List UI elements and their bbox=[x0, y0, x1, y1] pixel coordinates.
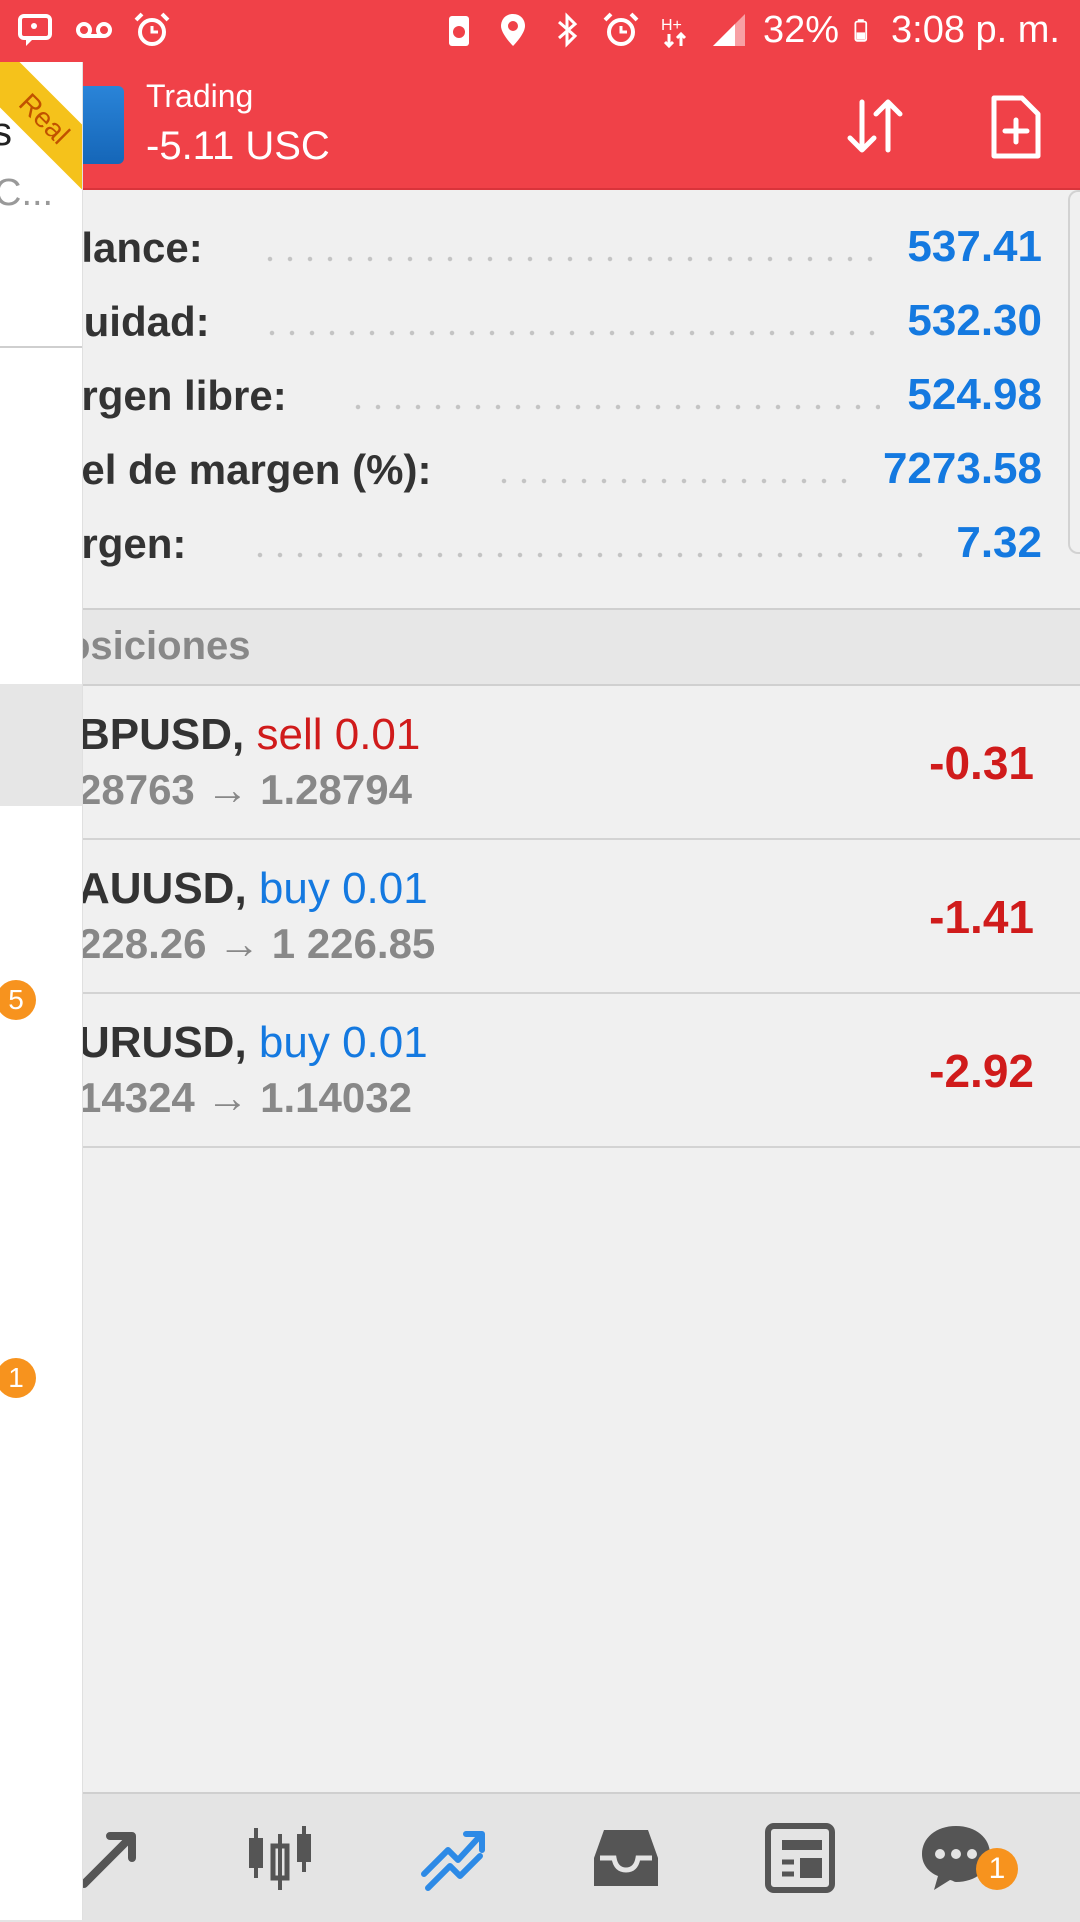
sort-icon[interactable] bbox=[840, 92, 910, 162]
position-profit: -0.31 bbox=[929, 737, 1034, 789]
position-prices: 228.26 → 1 226.85 bbox=[78, 920, 436, 967]
battery-charging-icon bbox=[854, 19, 868, 42]
chart-candles-icon[interactable] bbox=[240, 1818, 320, 1898]
position-symbol: URUSD, bbox=[78, 1018, 247, 1067]
voicemail-icon bbox=[76, 22, 112, 38]
network-hplus-icon: H+ bbox=[661, 17, 687, 49]
position-profit: -2.92 bbox=[929, 1045, 1034, 1097]
position-row[interactable]: BPUSD, sell 0.01 28763 → 1.28794 -0.31 bbox=[0, 686, 1080, 840]
position-prices: 14324 → 1.14032 bbox=[78, 1074, 412, 1121]
summary-value: 524.98 bbox=[907, 370, 1042, 419]
position-row[interactable]: URUSD, buy 0.01 14324 → 1.14032 -2.92 bbox=[0, 994, 1080, 1148]
positions-title: osiciones bbox=[66, 624, 251, 668]
inbox-icon[interactable] bbox=[586, 1818, 666, 1898]
dot-leader bbox=[260, 256, 880, 262]
news-icon[interactable] bbox=[760, 1818, 840, 1898]
position-symbol-line: AUUSD, buy 0.01 bbox=[78, 864, 428, 914]
alarm-icon bbox=[134, 12, 170, 46]
bottom-navigation bbox=[0, 1792, 1080, 1922]
drawer-account-name: s bbox=[0, 110, 12, 155]
summary-row-margin-level: vel de margen (%): 7273.58 bbox=[0, 436, 1080, 510]
app-title: Trading bbox=[146, 78, 254, 114]
battery-saver-icon bbox=[448, 16, 469, 46]
drawer-account-sub: C... bbox=[0, 172, 54, 214]
drawer-badge: 1 bbox=[0, 1358, 36, 1398]
battery-percent: 32% bbox=[762, 9, 840, 51]
dot-leader bbox=[494, 478, 860, 484]
summary-row-balance: alance: 537.41 bbox=[0, 214, 1080, 288]
drawer-item-selected[interactable] bbox=[0, 684, 82, 806]
summary-value: 7.32 bbox=[956, 518, 1042, 567]
app-bar: Trading -5.11 USC bbox=[0, 62, 1080, 190]
navigation-drawer[interactable]: Real s C... 5 1 bbox=[0, 62, 83, 1920]
chat-badge: 1 bbox=[976, 1848, 1018, 1890]
signal-icon bbox=[712, 14, 745, 46]
summary-row-margin: argen: 7.32 bbox=[0, 510, 1080, 584]
summary-value: 537.41 bbox=[907, 222, 1042, 271]
dot-leader bbox=[262, 330, 880, 336]
account-summary: alance: 537.41 quidad: 532.30 argen libr… bbox=[0, 190, 1080, 608]
summary-label: vel de margen (%): bbox=[58, 446, 432, 493]
dot-leader bbox=[348, 404, 880, 410]
position-side: sell 0.01 bbox=[256, 710, 421, 759]
summary-value: 532.30 bbox=[907, 296, 1042, 345]
summary-row-free-margin: argen libre: 524.98 bbox=[0, 362, 1080, 436]
status-time: 3:08 p. m. bbox=[891, 9, 1060, 51]
status-bar-left-icons bbox=[16, 10, 172, 50]
new-order-icon[interactable] bbox=[980, 92, 1050, 162]
position-side: buy 0.01 bbox=[258, 864, 428, 913]
positions-header: osiciones bbox=[0, 610, 1080, 686]
drawer-divider bbox=[0, 346, 82, 348]
position-symbol-line: URUSD, buy 0.01 bbox=[78, 1018, 428, 1068]
summary-label: argen libre: bbox=[58, 372, 287, 419]
message-icon bbox=[18, 14, 52, 46]
position-symbol-line: BPUSD, sell 0.01 bbox=[78, 710, 420, 760]
position-row[interactable]: AUUSD, buy 0.01 228.26 → 1 226.85 -1.41 bbox=[0, 840, 1080, 994]
position-prices: 28763 → 1.28794 bbox=[78, 766, 412, 813]
drawer-badge: 5 bbox=[0, 980, 36, 1020]
position-profit: -1.41 bbox=[929, 891, 1034, 943]
summary-value: 7273.58 bbox=[882, 444, 1042, 493]
location-icon bbox=[500, 14, 525, 46]
status-bar: H+ 32% 3:08 p. m. bbox=[0, 0, 1080, 62]
trading-icon[interactable] bbox=[414, 1818, 494, 1898]
bluetooth-icon bbox=[557, 12, 578, 48]
account-profit: -5.11 USC bbox=[146, 124, 330, 168]
svg-text:H+: H+ bbox=[661, 17, 682, 34]
position-symbol: BPUSD, bbox=[78, 710, 245, 759]
dot-leader bbox=[250, 552, 930, 558]
position-side: buy 0.01 bbox=[258, 1018, 428, 1067]
status-bar-right: H+ 32% 3:08 p. m. bbox=[439, 8, 1060, 52]
summary-row-equity: quidad: 532.30 bbox=[0, 288, 1080, 362]
position-symbol: AUUSD, bbox=[78, 864, 247, 913]
alarm-icon bbox=[603, 12, 639, 46]
